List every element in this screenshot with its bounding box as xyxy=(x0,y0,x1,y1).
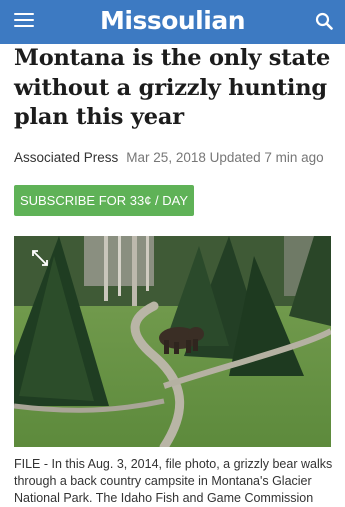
search-icon[interactable] xyxy=(315,12,333,30)
site-logo[interactable]: Missoulian xyxy=(0,5,345,37)
expand-icon[interactable] xyxy=(32,250,48,266)
top-nav-bar: Missoulian xyxy=(0,0,345,44)
article-photo[interactable] xyxy=(14,236,331,447)
subscribe-button[interactable]: SUBSCRIBE FOR 33¢ / DAY xyxy=(14,185,194,216)
photo-caption: FILE - In this Aug. 3, 2014, file photo,… xyxy=(14,457,333,505)
grizzly-bear-photo xyxy=(14,236,331,447)
article-source[interactable]: Associated Press xyxy=(14,150,118,165)
article-headline: Montana is the only state without a griz… xyxy=(14,45,331,130)
article-date: Mar 25, 2018 Updated 7 min ago xyxy=(126,150,324,165)
article-byline: Associated Press Mar 25, 2018 Updated 7 m… xyxy=(14,150,324,165)
